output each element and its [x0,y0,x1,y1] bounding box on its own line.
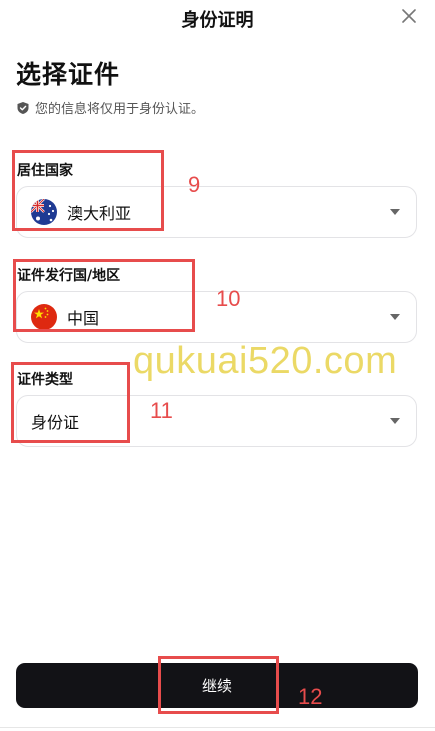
annotation-box-9 [12,150,164,231]
caret-down-icon [390,209,400,215]
annotation-number-10: 10 [216,286,241,311]
annotation-number-12: 12 [298,684,323,709]
privacy-note: 您的信息将仅用于身份认证。 [16,98,204,117]
header: 身份证明 [0,0,435,36]
close-icon [402,9,416,23]
privacy-text: 您的信息将仅用于身份认证。 [35,102,205,117]
bottom-divider [0,727,435,728]
annotation-number-9: 9 [188,172,201,197]
annotation-box-10 [13,259,195,332]
caret-down-icon [390,314,400,320]
close-button[interactable] [397,4,421,28]
annotation-box-11 [11,362,130,443]
caret-down-icon [390,418,400,424]
annotation-number-11: 11 [150,398,173,423]
annotation-box-12 [158,656,279,714]
shield-check-icon [17,101,29,114]
watermark: qukuai520.com [133,340,398,382]
page-title: 选择证件 [16,60,121,89]
identity-verification-page: 身份证明 选择证件 您的信息将仅用于身份认证。 居住国家 澳大利亚 证件发行国/… [0,0,435,731]
header-title: 身份证明 [181,10,254,31]
